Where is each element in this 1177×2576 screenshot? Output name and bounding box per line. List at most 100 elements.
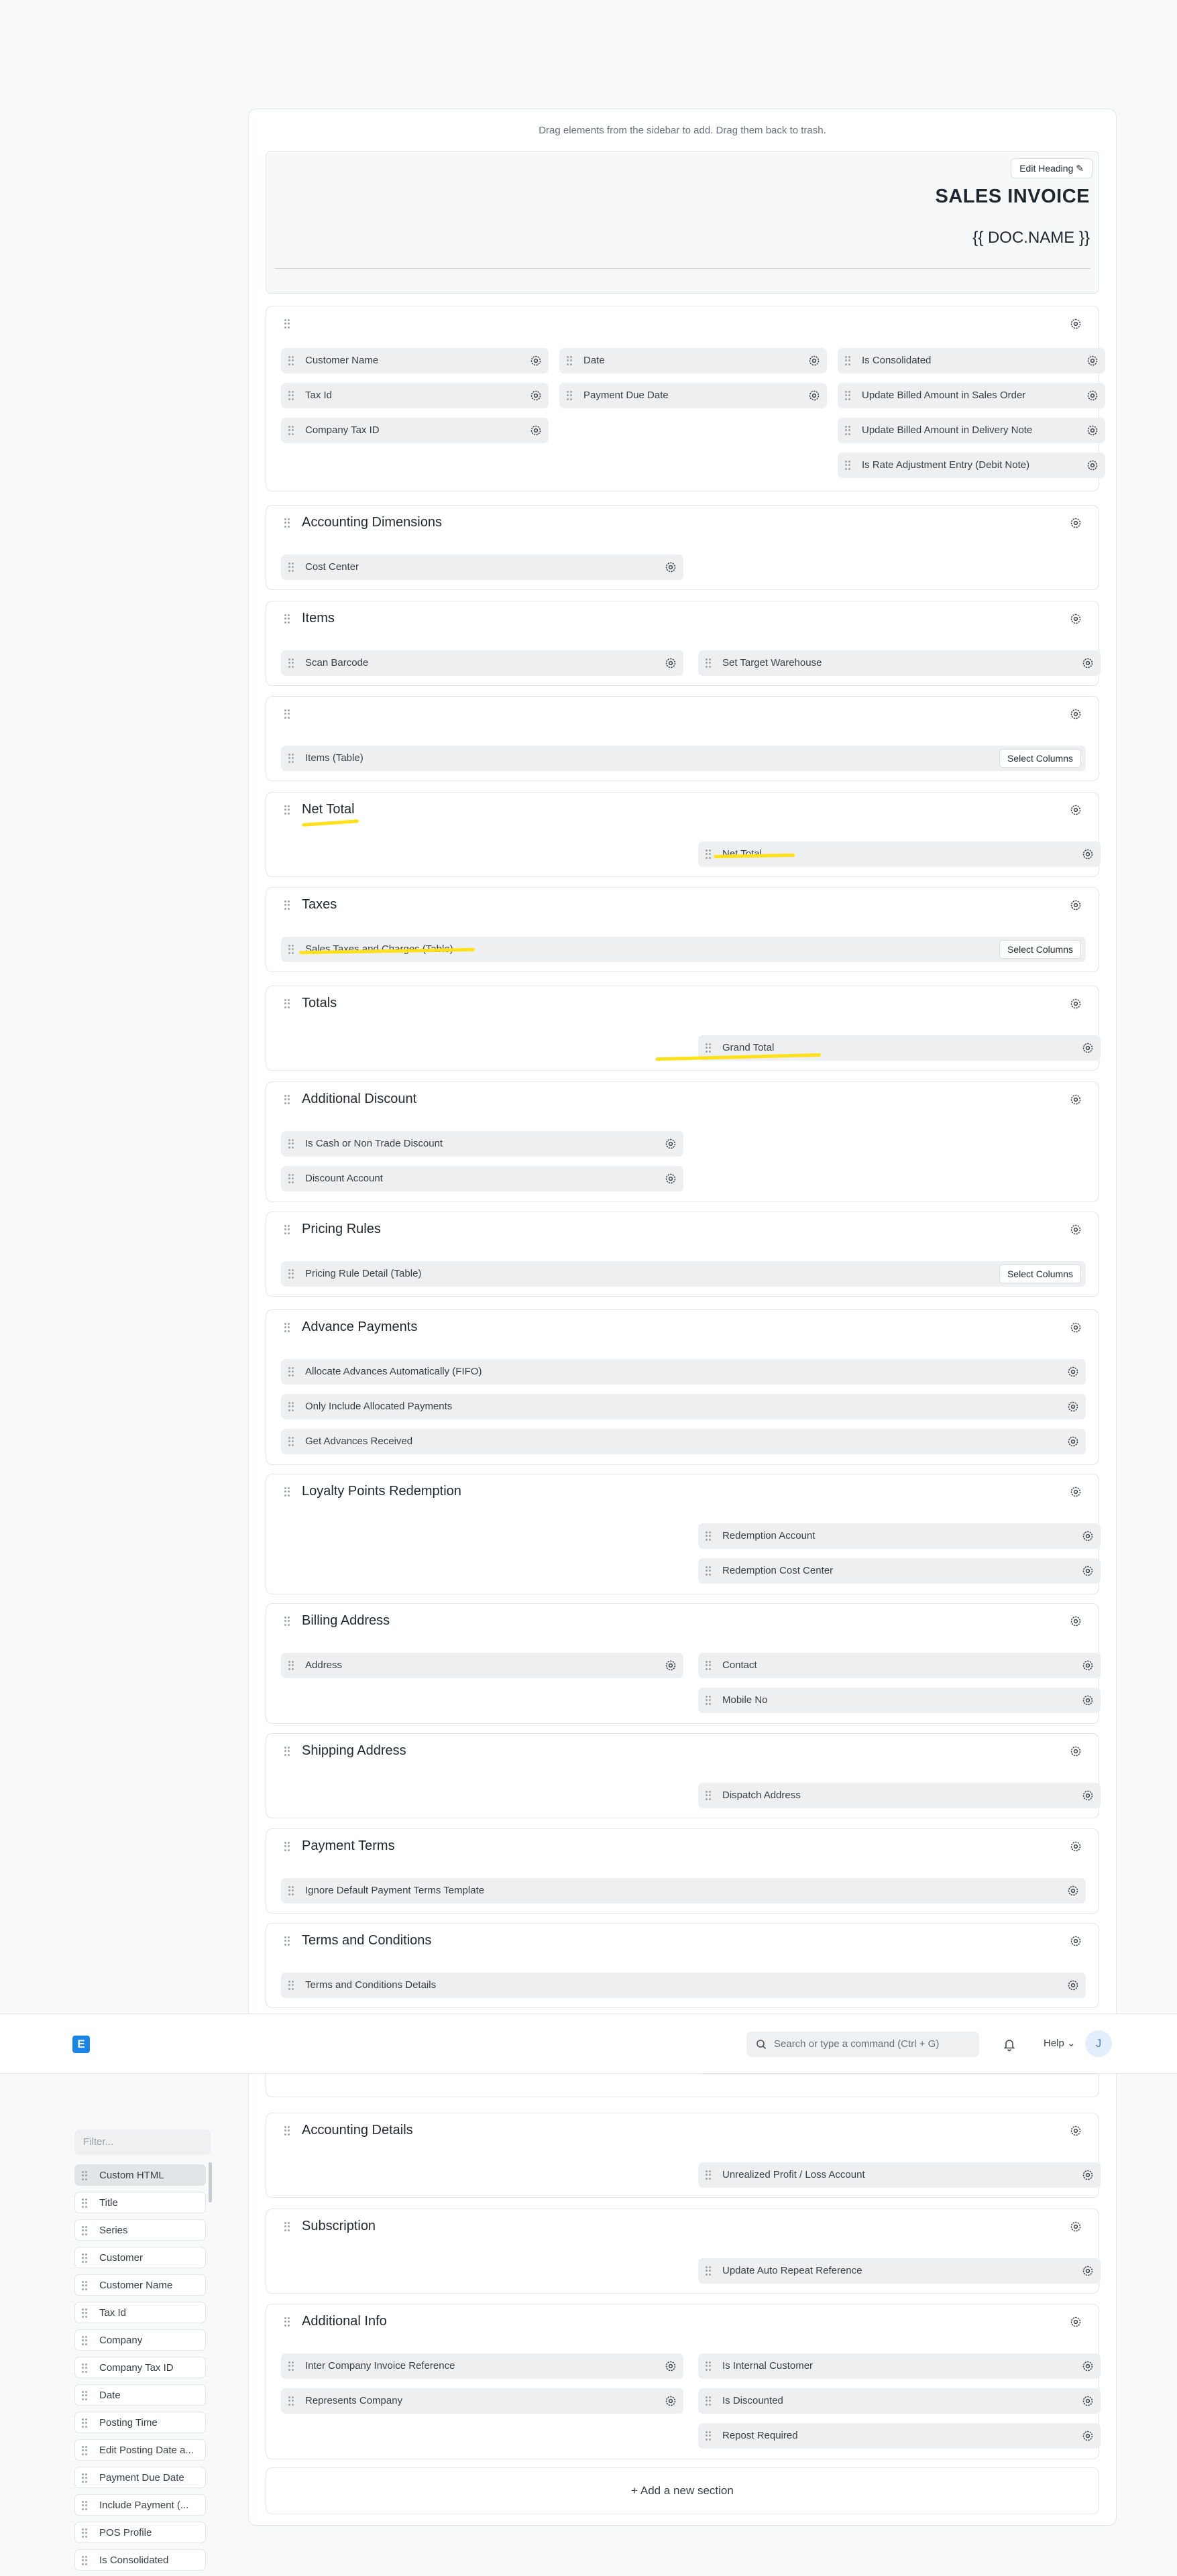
- sidebar-field-item[interactable]: Company Tax ID: [74, 2357, 206, 2378]
- drag-handle-icon[interactable]: [82, 2253, 89, 2263]
- field-settings-icon[interactable]: [530, 390, 542, 402]
- sidebar-filter-input[interactable]: Filter...: [74, 2129, 211, 2155]
- drag-handle-icon[interactable]: [284, 1095, 291, 1104]
- form-field[interactable]: Pricing Rule Detail (Table) Select Column…: [281, 1261, 1086, 1287]
- drag-handle-icon[interactable]: [82, 2308, 89, 2318]
- drag-handle-icon[interactable]: [284, 2317, 291, 2327]
- form-field[interactable]: Items (Table) Select Columns: [281, 746, 1086, 771]
- section-settings-icon[interactable]: [1070, 998, 1082, 1010]
- drag-handle-icon[interactable]: [567, 356, 573, 365]
- drag-handle-icon[interactable]: [284, 1323, 291, 1332]
- form-field[interactable]: Represents Company: [281, 2388, 683, 2414]
- help-dropdown[interactable]: Help ⌄: [1044, 2037, 1076, 2049]
- avatar[interactable]: J: [1085, 2030, 1112, 2057]
- section-settings-icon[interactable]: [1070, 708, 1082, 720]
- field-settings-icon[interactable]: [665, 1138, 677, 1150]
- field-settings-icon[interactable]: [665, 2360, 677, 2372]
- drag-handle-icon[interactable]: [82, 2473, 89, 2483]
- drag-handle-icon[interactable]: [288, 1269, 295, 1279]
- drag-handle-icon[interactable]: [706, 1696, 712, 1705]
- section-settings-icon[interactable]: [1070, 318, 1082, 330]
- form-field[interactable]: Repost Required: [698, 2423, 1101, 2449]
- drag-handle-icon[interactable]: [288, 945, 295, 954]
- sidebar-field-item[interactable]: Edit Posting Date a...: [74, 2439, 206, 2461]
- drag-handle-icon[interactable]: [82, 2281, 89, 2290]
- form-field[interactable]: Is Internal Customer: [698, 2353, 1101, 2379]
- drag-handle-icon[interactable]: [288, 1437, 295, 1446]
- field-settings-icon[interactable]: [1082, 1530, 1094, 1542]
- notification-bell-icon[interactable]: [1002, 2037, 1017, 2052]
- sidebar-field-item[interactable]: POS Profile: [74, 2522, 206, 2543]
- drag-handle-icon[interactable]: [284, 319, 291, 329]
- form-field[interactable]: Is Cash or Non Trade Discount: [281, 1131, 683, 1157]
- drag-handle-icon[interactable]: [284, 2222, 291, 2231]
- drag-handle-icon[interactable]: [288, 1367, 295, 1377]
- drag-handle-icon[interactable]: [82, 2226, 89, 2235]
- drag-handle-icon[interactable]: [288, 1402, 295, 1411]
- field-settings-icon[interactable]: [665, 657, 677, 669]
- drag-handle-icon[interactable]: [706, 2396, 712, 2406]
- select-columns-button[interactable]: Select Columns: [999, 749, 1081, 768]
- drag-handle-icon[interactable]: [288, 1661, 295, 1670]
- drag-handle-icon[interactable]: [82, 2446, 89, 2455]
- form-field[interactable]: Get Advances Received: [281, 1429, 1086, 1454]
- field-settings-icon[interactable]: [1082, 1565, 1094, 1577]
- field-settings-icon[interactable]: [1082, 1790, 1094, 1802]
- form-field[interactable]: Customer Name: [281, 348, 549, 373]
- field-settings-icon[interactable]: [1086, 390, 1099, 402]
- section-settings-icon[interactable]: [1070, 899, 1082, 911]
- sidebar-field-item[interactable]: Include Payment (...: [74, 2494, 206, 2516]
- edit-heading-button[interactable]: Edit Heading ✎: [1011, 158, 1092, 178]
- section-settings-icon[interactable]: [1070, 517, 1082, 529]
- field-settings-icon[interactable]: [665, 2395, 677, 2407]
- field-settings-icon[interactable]: [665, 1659, 677, 1672]
- drag-handle-icon[interactable]: [284, 1842, 291, 1851]
- sidebar-field-item[interactable]: Date: [74, 2384, 206, 2406]
- drag-handle-icon[interactable]: [845, 426, 852, 435]
- field-settings-icon[interactable]: [1086, 459, 1099, 471]
- app-logo-icon[interactable]: E: [72, 2036, 90, 2053]
- section-settings-icon[interactable]: [1070, 1935, 1082, 1947]
- section-settings-icon[interactable]: [1070, 2316, 1082, 2328]
- drag-handle-icon[interactable]: [82, 2336, 89, 2345]
- field-settings-icon[interactable]: [1067, 1366, 1079, 1378]
- drag-handle-icon[interactable]: [82, 2528, 89, 2538]
- form-field[interactable]: Update Billed Amount in Delivery Note: [838, 418, 1105, 443]
- select-columns-button[interactable]: Select Columns: [999, 1265, 1081, 1283]
- field-settings-icon[interactable]: [1082, 657, 1094, 669]
- sidebar-field-item[interactable]: Title: [74, 2192, 206, 2213]
- section-settings-icon[interactable]: [1070, 1224, 1082, 1236]
- form-field[interactable]: Address: [281, 1653, 683, 1678]
- field-settings-icon[interactable]: [1067, 1979, 1079, 1991]
- add-section-button[interactable]: + Add a new section: [266, 2467, 1099, 2514]
- sidebar-field-item[interactable]: Posting Time: [74, 2412, 206, 2433]
- drag-handle-icon[interactable]: [284, 614, 291, 624]
- field-settings-icon[interactable]: [1082, 1659, 1094, 1672]
- drag-handle-icon[interactable]: [845, 391, 852, 400]
- drag-handle-icon[interactable]: [82, 2199, 89, 2208]
- drag-handle-icon[interactable]: [567, 391, 573, 400]
- form-field[interactable]: Contact: [698, 1653, 1101, 1678]
- drag-handle-icon[interactable]: [288, 658, 295, 668]
- drag-handle-icon[interactable]: [706, 2266, 712, 2276]
- search-input[interactable]: Search or type a command (Ctrl + G): [746, 2032, 979, 2057]
- form-field[interactable]: Payment Due Date: [559, 383, 827, 408]
- drag-handle-icon[interactable]: [706, 1043, 712, 1053]
- field-settings-icon[interactable]: [1082, 1694, 1094, 1706]
- select-columns-button[interactable]: Select Columns: [999, 940, 1081, 959]
- form-field[interactable]: Company Tax ID: [281, 418, 549, 443]
- drag-handle-icon[interactable]: [288, 754, 295, 763]
- drag-handle-icon[interactable]: [288, 391, 295, 400]
- drag-handle-icon[interactable]: [284, 999, 291, 1008]
- form-field[interactable]: Terms and Conditions Details: [281, 1973, 1086, 1998]
- field-settings-icon[interactable]: [1067, 1885, 1079, 1897]
- field-settings-icon[interactable]: [1086, 355, 1099, 367]
- drag-handle-icon[interactable]: [284, 900, 291, 910]
- field-settings-icon[interactable]: [1082, 2395, 1094, 2407]
- drag-handle-icon[interactable]: [706, 2431, 712, 2441]
- section-settings-icon[interactable]: [1070, 1486, 1082, 1498]
- drag-handle-icon[interactable]: [284, 1936, 291, 1946]
- drag-handle-icon[interactable]: [706, 1661, 712, 1670]
- section-settings-icon[interactable]: [1070, 804, 1082, 816]
- drag-handle-icon[interactable]: [82, 2363, 89, 2373]
